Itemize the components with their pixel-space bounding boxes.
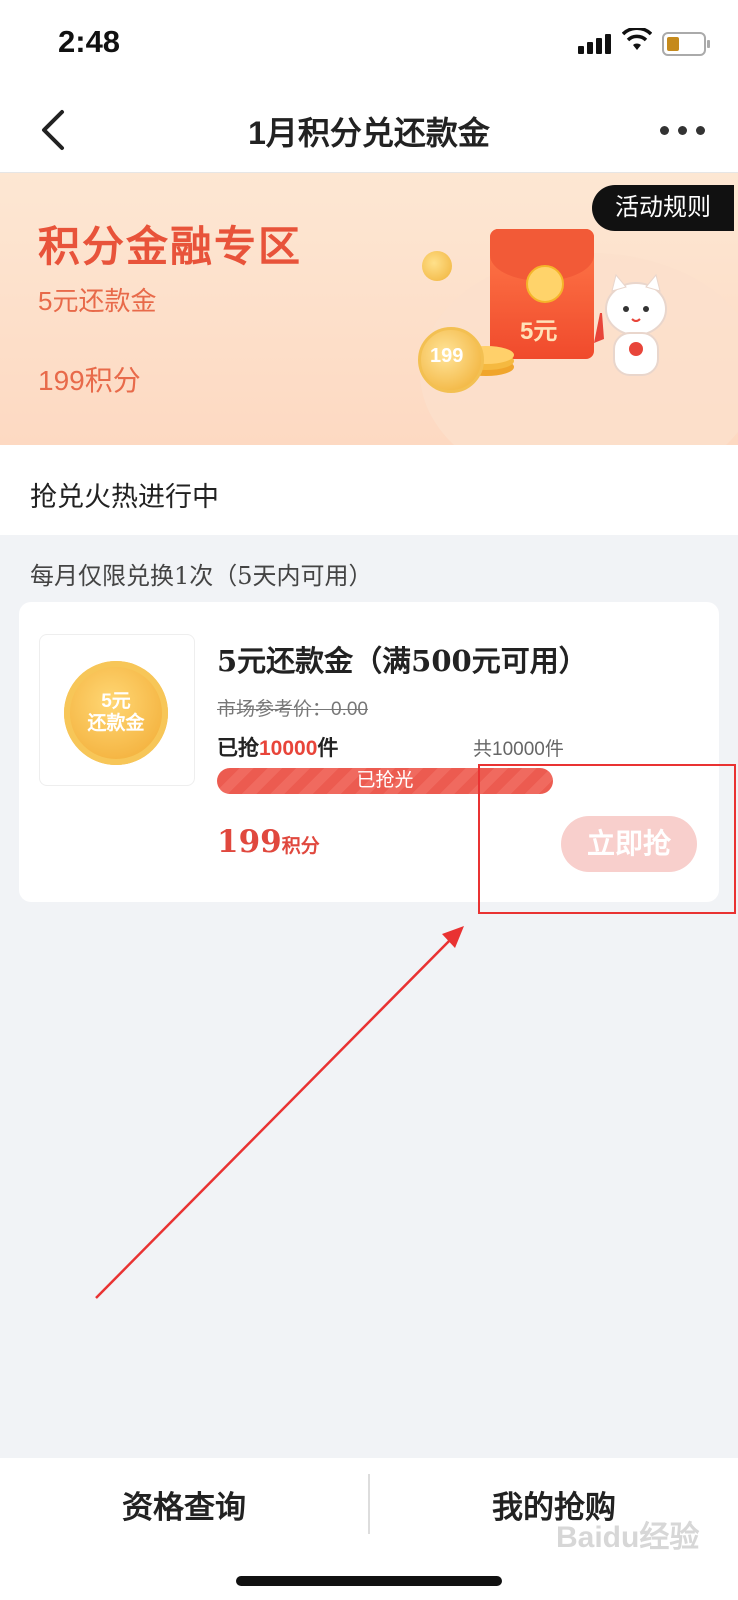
price-value: 199 (217, 824, 282, 860)
price-unit: 积分 (281, 836, 320, 857)
market-price: 市场参考价：0.00 (217, 699, 368, 720)
annotation-highlight-box (478, 764, 736, 914)
sold-count-row: 已抢10000件 (217, 732, 338, 762)
banner-points: 199积分 (38, 365, 141, 396)
banner-subtitle: 5元还款金 (38, 286, 157, 316)
sold-suffix: 件 (317, 737, 339, 760)
banner-title: 积分金融专区 (38, 222, 303, 271)
sold-prefix: 已抢 (217, 737, 259, 760)
hot-section: 抢兑火热进行中 (0, 445, 738, 535)
home-indicator[interactable] (236, 1576, 502, 1586)
activity-rules-button[interactable]: 活动规则 (592, 185, 734, 231)
product-title: 5元还款金（满500元可用） (217, 644, 588, 678)
status-bar: 2:48 (0, 0, 738, 90)
signal-icon (578, 34, 614, 54)
baidu-watermark: Baidu经验 (556, 1521, 700, 1554)
page-title: 1月积分兑还款金 (248, 115, 490, 151)
points-coin-label: 199 (430, 345, 464, 367)
product-thumbnail: 5元 还款金 (39, 634, 195, 786)
coin-icon (422, 251, 452, 281)
status-time: 2:48 (58, 24, 121, 59)
limit-note: 每月仅限兑换1次（5天内可用） (30, 562, 373, 590)
cat-mascot-illustration (594, 273, 667, 376)
repayment-coin-icon: 5元 还款金 (64, 661, 168, 765)
points-price: 199积分 (217, 824, 320, 860)
envelope-label: 5元 (520, 318, 558, 345)
total-stock: 共10000件 (473, 739, 564, 760)
promo-banner: 积分金融专区 5元还款金 199积分 5元 199 活动规则 (0, 173, 738, 445)
hot-section-text: 抢兑火热进行中 (30, 482, 219, 512)
nav-bar: 1月积分兑还款金 (0, 90, 738, 173)
battery-icon (662, 32, 710, 56)
more-options-icon[interactable] (660, 126, 706, 136)
wifi-icon (622, 28, 652, 50)
thumbnail-coin-text: 5元 还款金 (87, 691, 145, 734)
sold-count: 10000 (259, 737, 318, 760)
qualification-query-tab[interactable]: 资格查询 (0, 1478, 368, 1538)
